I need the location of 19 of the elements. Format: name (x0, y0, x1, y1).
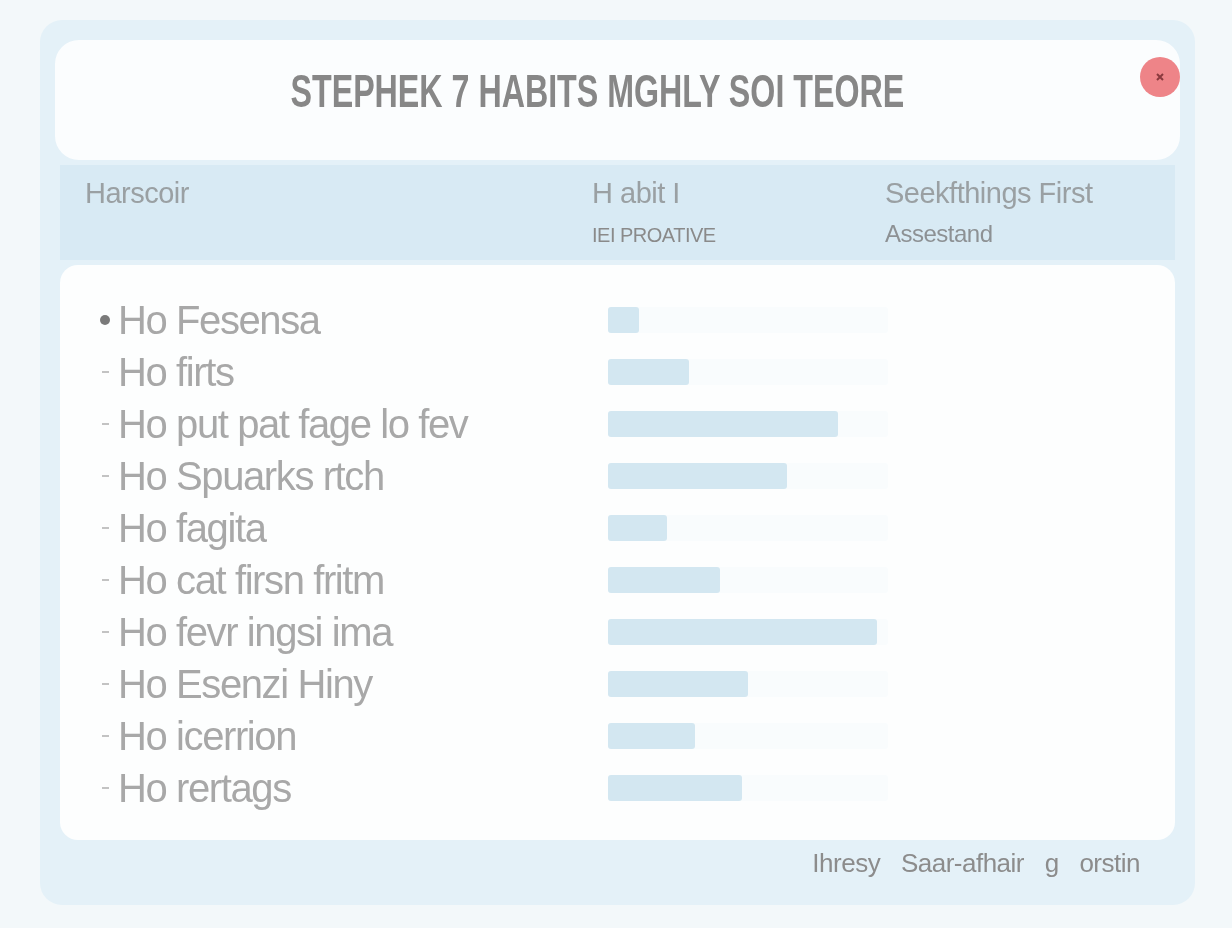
row-label[interactable]: Ho Spuarks rtch (118, 452, 384, 500)
row-label[interactable]: Ho fagita (118, 504, 266, 552)
row-label[interactable]: Ho firts (118, 348, 234, 396)
window-title: STEPHEK 7 HABITS MGHLY SOI TEORE (290, 64, 905, 118)
row-label[interactable]: Ho rertags (118, 764, 291, 812)
row-label[interactable]: Ho icerrion (118, 712, 296, 760)
row-label[interactable]: Ho put pat fage lo fev (118, 400, 468, 448)
row-label[interactable]: Ho Fesensa (118, 296, 320, 344)
column-subheader: Assestand (885, 220, 994, 248)
column-header: Harscoir (85, 177, 190, 210)
column-subheader: IEI PROATIVE (592, 223, 717, 247)
row-label[interactable]: Ho cat firsn fritm (118, 556, 384, 604)
close-icon (1155, 72, 1165, 82)
column-header: Seekfthings First (885, 177, 1094, 210)
row-label[interactable]: Ho Esenzi Hiny (118, 660, 372, 708)
column-header: H abit I (592, 177, 681, 210)
close-button[interactable] (1140, 57, 1180, 97)
footer-note: Ihresy Saar-afhair g orstin (812, 848, 1140, 879)
row-label[interactable]: Ho fevr ingsi ima (118, 608, 393, 656)
